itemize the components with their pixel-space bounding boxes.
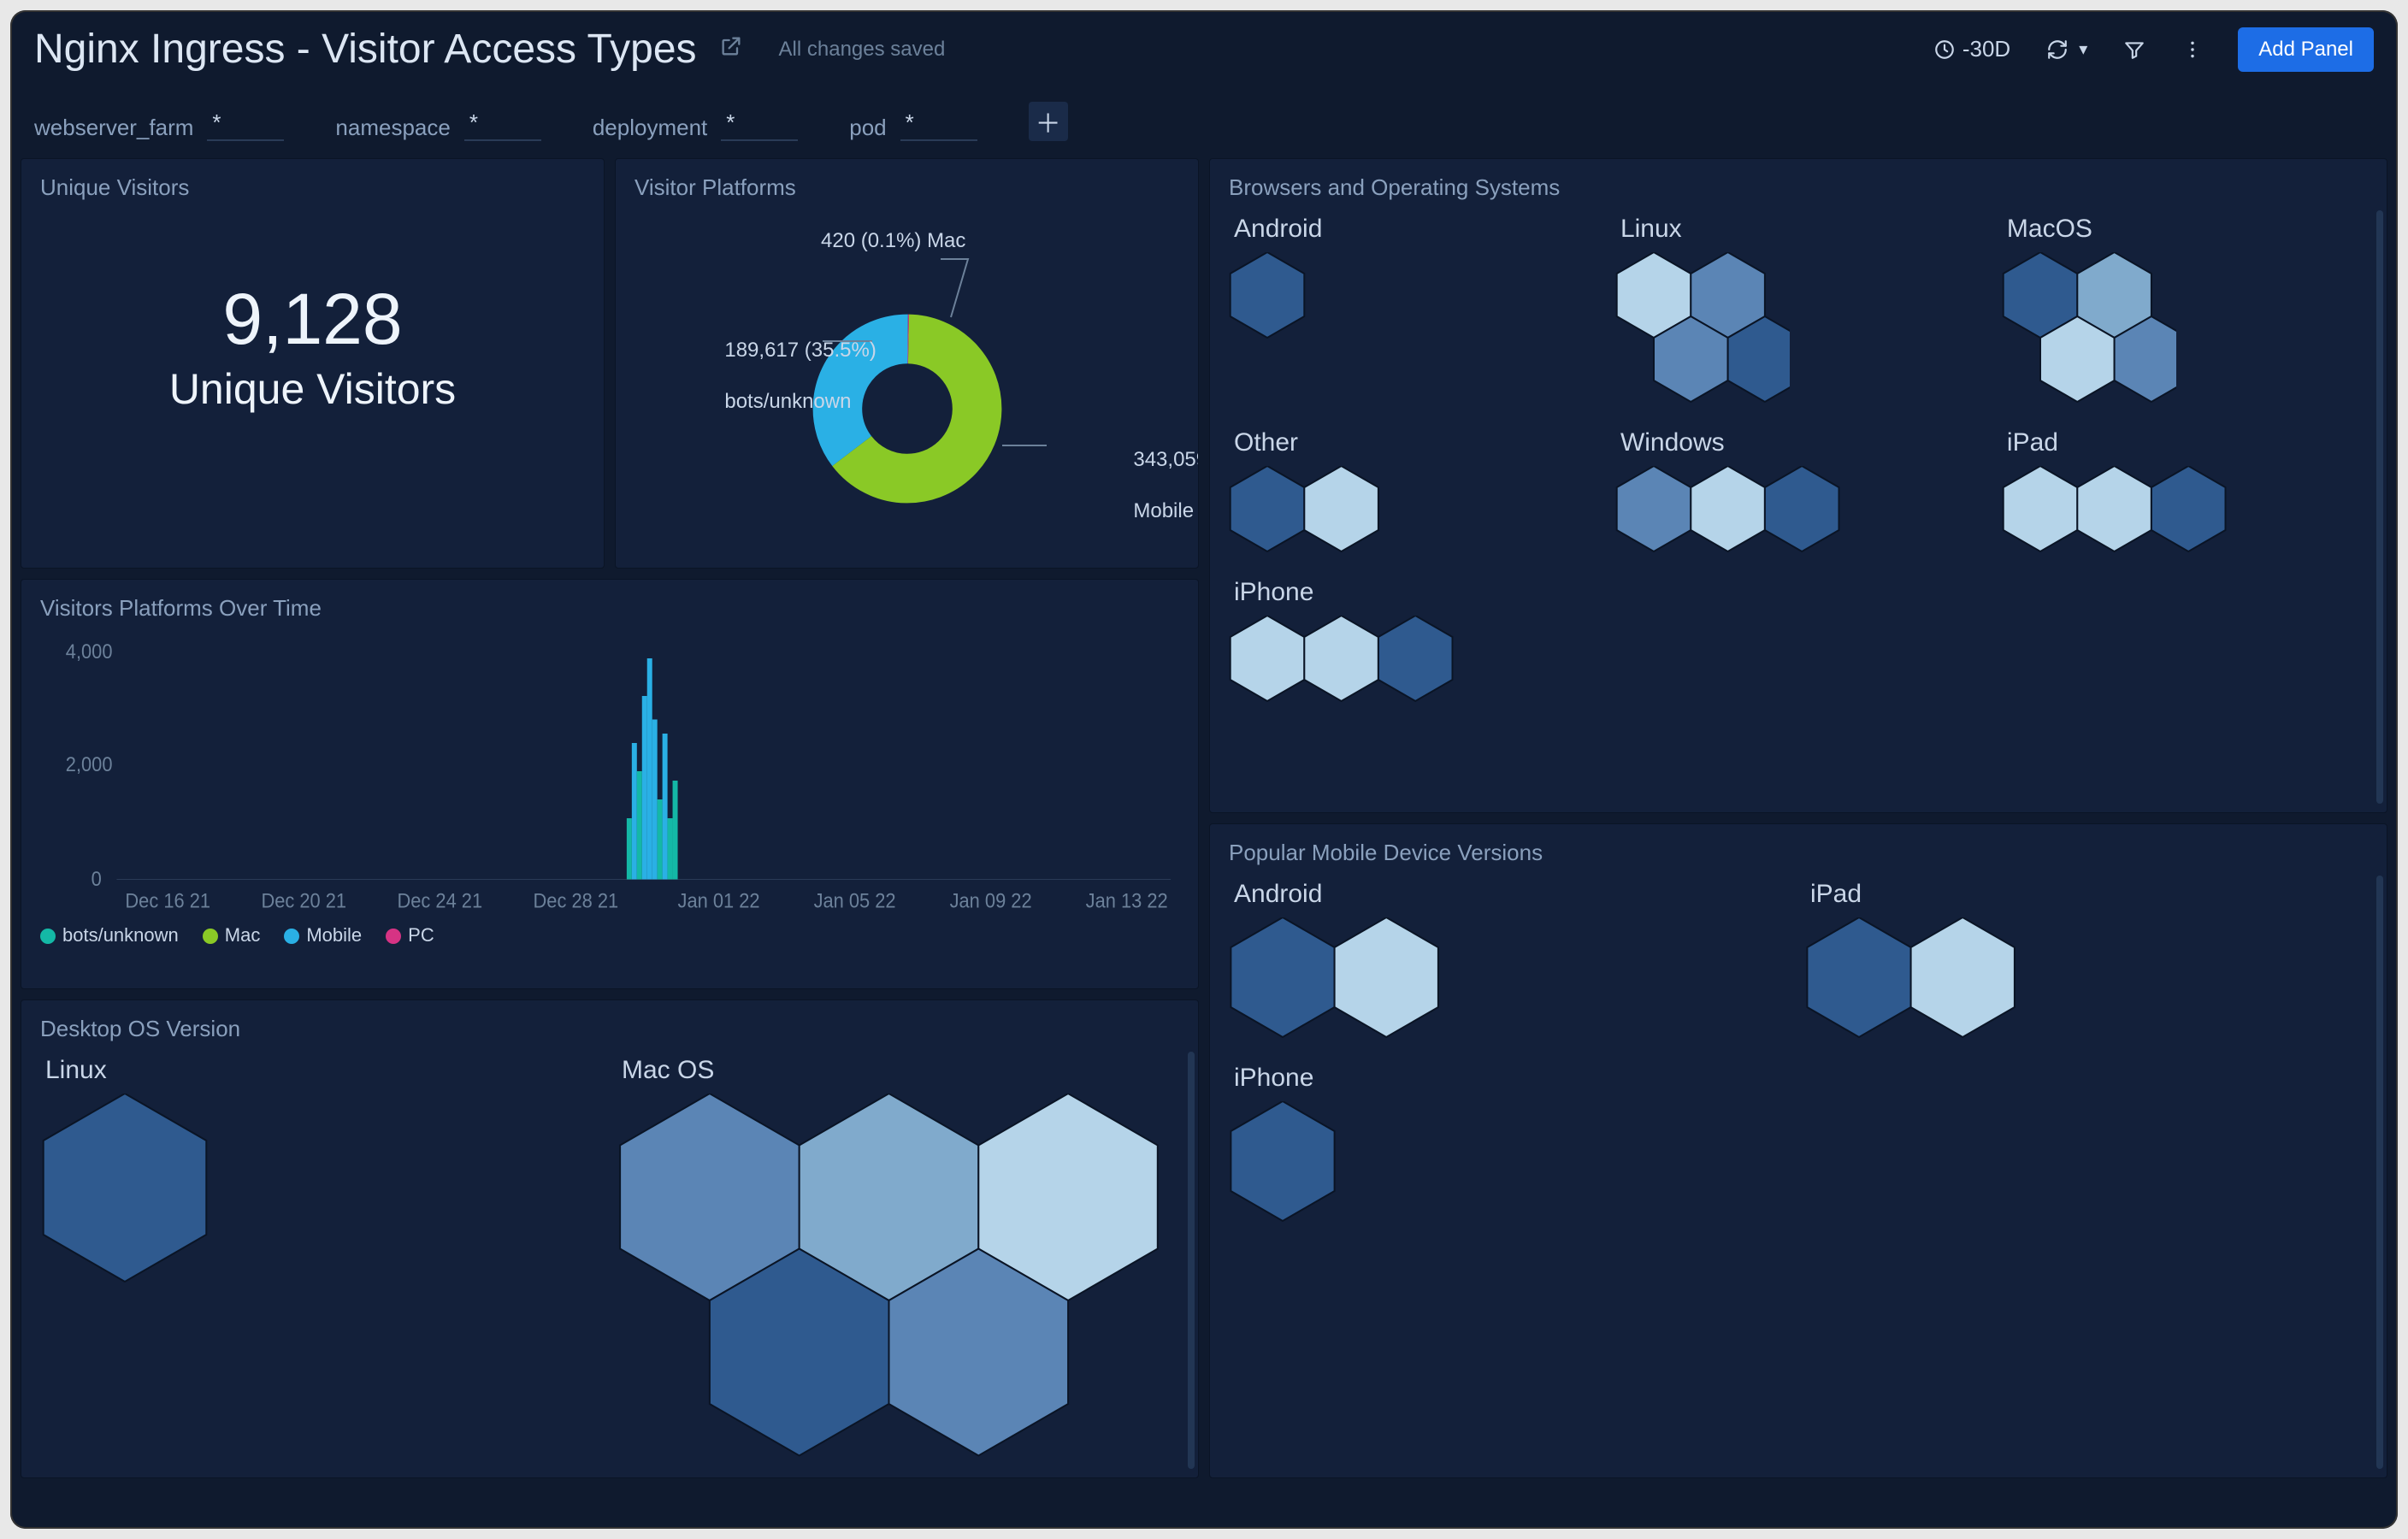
panel-title: Visitor Platforms: [634, 174, 1179, 201]
filter-namespace[interactable]: namespace *: [335, 108, 540, 141]
svg-text:Jan 01 22: Jan 01 22: [678, 888, 760, 911]
hex-group-title: iPhone: [1229, 578, 1595, 607]
hex-group-title: Other: [1229, 428, 1595, 457]
hex-group[interactable]: iPhone: [1229, 1064, 1785, 1229]
panel-scrollbar[interactable]: [2376, 876, 2383, 1469]
hex-group-title: Linux: [1615, 215, 1981, 244]
panel-scrollbar[interactable]: [1188, 1052, 1195, 1469]
hex-group[interactable]: Other: [1229, 428, 1595, 559]
svg-text:Jan 13 22: Jan 13 22: [1086, 888, 1168, 911]
hex-group-title: Android: [1229, 215, 1595, 244]
hex-group[interactable]: Mac OS: [617, 1056, 1172, 1462]
refresh-button[interactable]: ▾: [2038, 33, 2096, 66]
hex-cluster: [2002, 252, 2176, 405]
time-range[interactable]: -30D: [1925, 31, 2019, 68]
svg-text:Jan 09 22: Jan 09 22: [950, 888, 1032, 911]
hex-group-title: MacOS: [2002, 215, 2368, 244]
hex-cluster: [1229, 917, 1473, 1041]
svg-text:Dec 20 21: Dec 20 21: [261, 888, 346, 911]
hex-group[interactable]: MacOS: [2002, 215, 2368, 410]
more-icon: [2181, 38, 2204, 61]
panel-unique-visitors[interactable]: Unique Visitors 9,128 Unique Visitors: [21, 158, 605, 569]
hex-group[interactable]: Android: [1229, 880, 1785, 1045]
hex-group-title: iPhone: [1229, 1064, 1785, 1093]
variable-filters: webserver_farm * namespace * deployment …: [10, 78, 2398, 158]
svg-text:Dec 24 21: Dec 24 21: [397, 888, 482, 911]
unique-visitors-sub: Unique Visitors: [40, 364, 585, 414]
svg-text:4,000: 4,000: [66, 640, 113, 663]
panel-platforms-over-time[interactable]: Visitors Platforms Over Time 4,000 2,000…: [21, 579, 1199, 989]
hex-group[interactable]: Android: [1229, 215, 1595, 410]
hex-cluster: [1229, 1101, 1369, 1224]
hex-cluster: [617, 1094, 1179, 1459]
hex-cluster: [1229, 466, 1403, 555]
donut-callout-mobile: 343,059 (64.3%) Mobile: [1054, 422, 1199, 550]
x-axis-ticks: Dec 16 21 Dec 20 21 Dec 24 21 Dec 28 21 …: [125, 888, 1167, 911]
save-state: All changes saved: [779, 38, 946, 62]
panel-title: Browsers and Operating Systems: [1229, 174, 2368, 201]
hex-group-title: Android: [1229, 880, 1785, 909]
clock-icon: [1933, 38, 1956, 61]
refresh-icon: [2046, 38, 2069, 61]
time-range-label: -30D: [1962, 36, 2010, 62]
hex-group-title: Linux: [40, 1056, 596, 1085]
svg-text:Dec 28 21: Dec 28 21: [534, 888, 619, 911]
hex-group[interactable]: Linux: [1615, 215, 1981, 410]
donut-callout-mac: 420 (0.1%) Mac: [821, 228, 965, 254]
hex-group[interactable]: Linux: [40, 1056, 596, 1462]
legend-item: bots/unknown: [40, 924, 179, 946]
legend-item: Mac: [203, 924, 261, 946]
panel-desktop-os[interactable]: Desktop OS Version LinuxMac OSWindows: [21, 999, 1199, 1478]
hex-group-title: iPad: [2002, 428, 2368, 457]
add-filter-button[interactable]: ＋: [1029, 102, 1068, 141]
legend-item: Mobile: [284, 924, 362, 946]
panel-visitor-platforms[interactable]: Visitor Platforms 420 (0.1%) Mac: [615, 158, 1199, 569]
legend-item: PC: [386, 924, 434, 946]
svg-text:Dec 16 21: Dec 16 21: [125, 888, 210, 911]
hex-cluster: [1229, 616, 1477, 705]
hex-group[interactable]: iPad: [2002, 428, 2368, 559]
hex-group-title: Windows: [1615, 428, 1981, 457]
filter-deployment[interactable]: deployment *: [593, 108, 798, 141]
svg-text:0: 0: [91, 867, 102, 890]
hex-cluster: [40, 1094, 260, 1285]
hex-cluster: [1805, 917, 2049, 1041]
page-title: Nginx Ingress - Visitor Access Types: [34, 26, 697, 73]
top-bar: Nginx Ingress - Visitor Access Types All…: [10, 10, 2398, 78]
timeseries-legend: bots/unknown Mac Mobile PC: [40, 924, 1179, 946]
hex-cluster: [1615, 252, 1790, 405]
share-icon[interactable]: [719, 34, 743, 64]
chevron-down-icon: ▾: [2079, 38, 2087, 60]
hex-group[interactable]: iPhone: [1229, 578, 1595, 709]
panel-browsers-os[interactable]: Browsers and Operating Systems Android Li…: [1209, 158, 2387, 813]
panel-mobile-versions[interactable]: Popular Mobile Device Versions Android iP…: [1209, 823, 2387, 1478]
filter-pod[interactable]: pod *: [849, 108, 977, 141]
hex-group-title: Mac OS: [617, 1056, 1172, 1085]
browsers-os-groups: Android Linux MacOS Other Windows iPad iPhone: [1229, 208, 2368, 797]
hex-cluster: [1615, 466, 1863, 555]
hex-cluster: [2002, 466, 2250, 555]
panel-title: Visitors Platforms Over Time: [40, 595, 1179, 622]
panel-scrollbar[interactable]: [2376, 210, 2383, 804]
desktop-os-groups: LinuxMac OSWindows: [40, 1049, 1179, 1462]
hex-cluster: [1229, 252, 1329, 341]
panel-title: Popular Mobile Device Versions: [1229, 840, 2368, 866]
hex-group[interactable]: Windows: [1615, 428, 1981, 559]
filter-icon: [2123, 38, 2145, 61]
svg-text:Jan 05 22: Jan 05 22: [814, 888, 896, 911]
panel-title: Unique Visitors: [40, 174, 585, 201]
hex-group[interactable]: iPad: [1805, 880, 2361, 1045]
timeseries-chart: 4,000 2,000 0: [40, 630, 1179, 912]
donut-callout-bots: 189,617 (35.5%) bots/unknown: [645, 312, 876, 440]
filter-toggle[interactable]: [2115, 33, 2154, 66]
unique-visitors-value: 9,128: [40, 278, 585, 361]
svg-text:2,000: 2,000: [66, 752, 113, 775]
hex-group-title: iPad: [1805, 880, 2361, 909]
add-panel-button[interactable]: Add Panel: [2238, 27, 2374, 72]
more-menu[interactable]: [2173, 33, 2212, 66]
filter-webserver-farm[interactable]: webserver_farm *: [34, 108, 284, 141]
mobile-version-groups: Android iPad iPhone: [1229, 873, 2368, 1462]
panel-title: Desktop OS Version: [40, 1016, 1179, 1042]
